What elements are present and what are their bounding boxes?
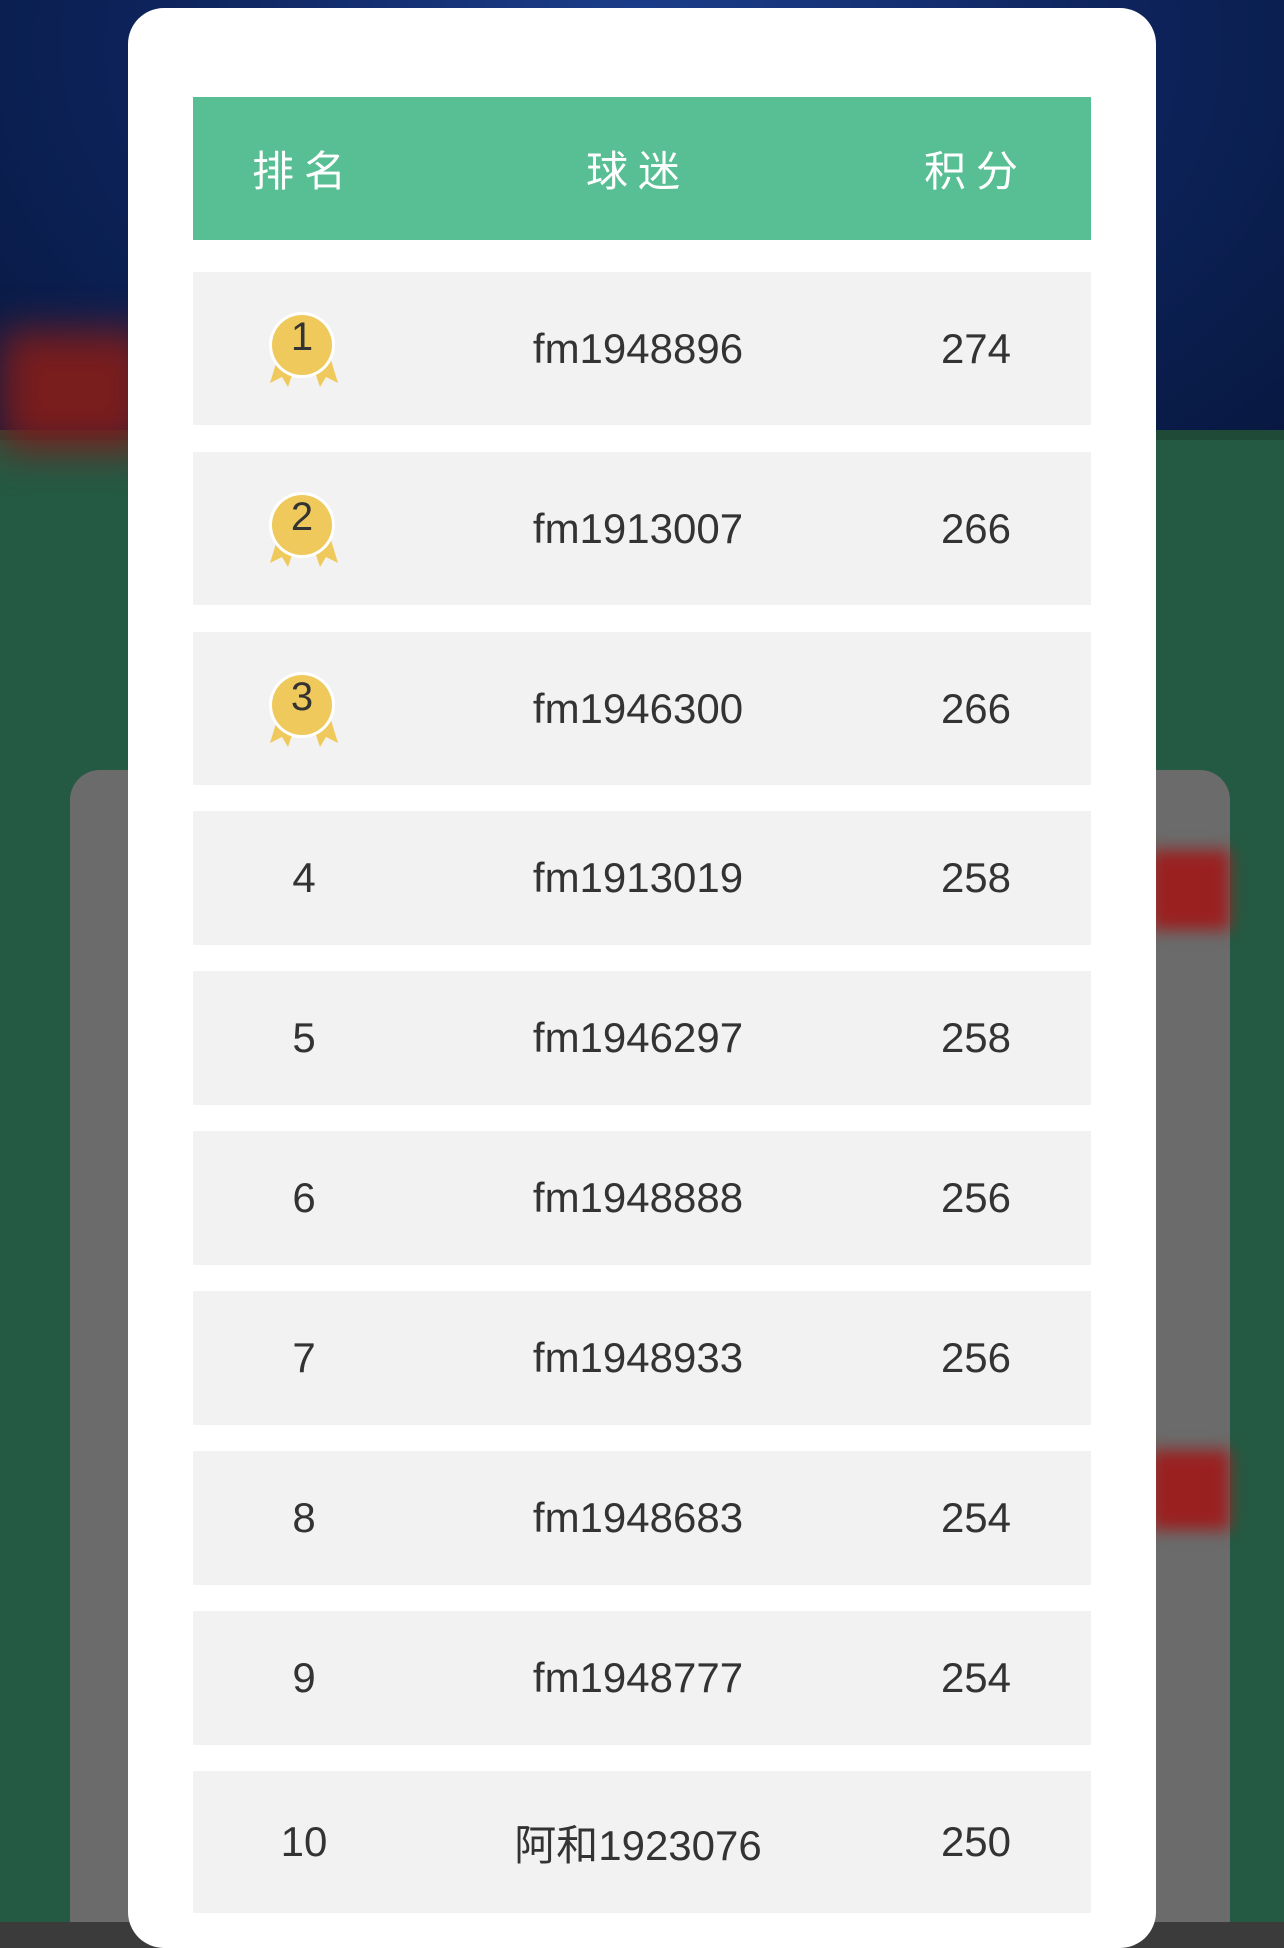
rank-cell: 9 (193, 1654, 415, 1702)
medal-badge: 3 (264, 669, 344, 749)
header-rank: 排名 (251, 148, 356, 195)
background-accent (1150, 1450, 1230, 1530)
rank-number: 2 (290, 494, 314, 539)
score-value: 258 (940, 1014, 1012, 1061)
score-value: 274 (940, 324, 1012, 372)
rank-cell: 2 (193, 489, 415, 569)
table-row: 5 fm1946297 258 (193, 971, 1091, 1105)
table-row: 10 阿和1923076 250 (193, 1771, 1091, 1913)
rank-number: 8 (292, 1494, 316, 1541)
table-row: 4 fm1913019 258 (193, 811, 1091, 945)
rank-cell: 1 (193, 309, 415, 389)
fan-name: fm1913007 (532, 504, 744, 552)
score-value: 254 (940, 1654, 1012, 1701)
table-row: 7 fm1948933 256 (193, 1291, 1091, 1425)
fan-name: fm1948777 (532, 1654, 744, 1701)
header-fan: 球迷 (585, 148, 690, 195)
rank-number: 5 (292, 1014, 316, 1061)
score-value: 256 (940, 1334, 1012, 1381)
rank-number: 3 (290, 674, 314, 719)
fan-name: fm1948933 (532, 1334, 744, 1381)
table-row: 2 fm1913007 266 (193, 452, 1091, 605)
header-score: 积分 (923, 148, 1028, 195)
score-value: 256 (940, 1174, 1012, 1221)
rank-number: 10 (280, 1818, 328, 1865)
score-value: 254 (940, 1494, 1012, 1541)
rank-cell: 10 (193, 1818, 415, 1866)
rank-number: 4 (292, 854, 316, 901)
table-row: 8 fm1948683 254 (193, 1451, 1091, 1585)
fan-name: fm1913019 (532, 854, 744, 901)
score-value: 250 (940, 1818, 1012, 1865)
medal-badge: 1 (264, 309, 344, 389)
fan-name: fm1948896 (532, 324, 744, 372)
rank-cell: 5 (193, 1014, 415, 1062)
leaderboard-card: 排名 球迷 积分 1 fm1948896 274 2 fm1913007 266 3 fm19… (128, 8, 1156, 1948)
rank-cell: 4 (193, 854, 415, 902)
medal-badge: 2 (264, 489, 344, 569)
score-value: 258 (940, 854, 1012, 901)
rank-cell: 8 (193, 1494, 415, 1542)
rank-number: 7 (292, 1334, 316, 1381)
rank-cell: 3 (193, 669, 415, 749)
rank-number: 9 (292, 1654, 316, 1701)
table-row: 6 fm1948888 256 (193, 1131, 1091, 1265)
rank-number: 6 (292, 1174, 316, 1221)
leaderboard-table: 排名 球迷 积分 1 fm1948896 274 2 fm1913007 266 3 fm19… (193, 97, 1091, 1913)
fan-name: fm1948683 (532, 1494, 744, 1541)
score-value: 266 (940, 504, 1012, 552)
fan-name: 阿和1923076 (514, 1821, 762, 1869)
score-value: 266 (940, 684, 1012, 732)
fan-name: fm1946300 (532, 684, 744, 732)
table-row: 3 fm1946300 266 (193, 632, 1091, 785)
fan-name: fm1948888 (532, 1174, 744, 1221)
table-header: 排名 球迷 积分 (193, 97, 1091, 240)
fan-name: fm1946297 (532, 1014, 744, 1061)
table-row: 9 fm1948777 254 (193, 1611, 1091, 1745)
table-row: 1 fm1948896 274 (193, 272, 1091, 425)
rank-cell: 7 (193, 1334, 415, 1382)
rank-cell: 6 (193, 1174, 415, 1222)
background-accent (1150, 850, 1230, 930)
rank-number: 1 (290, 314, 314, 359)
